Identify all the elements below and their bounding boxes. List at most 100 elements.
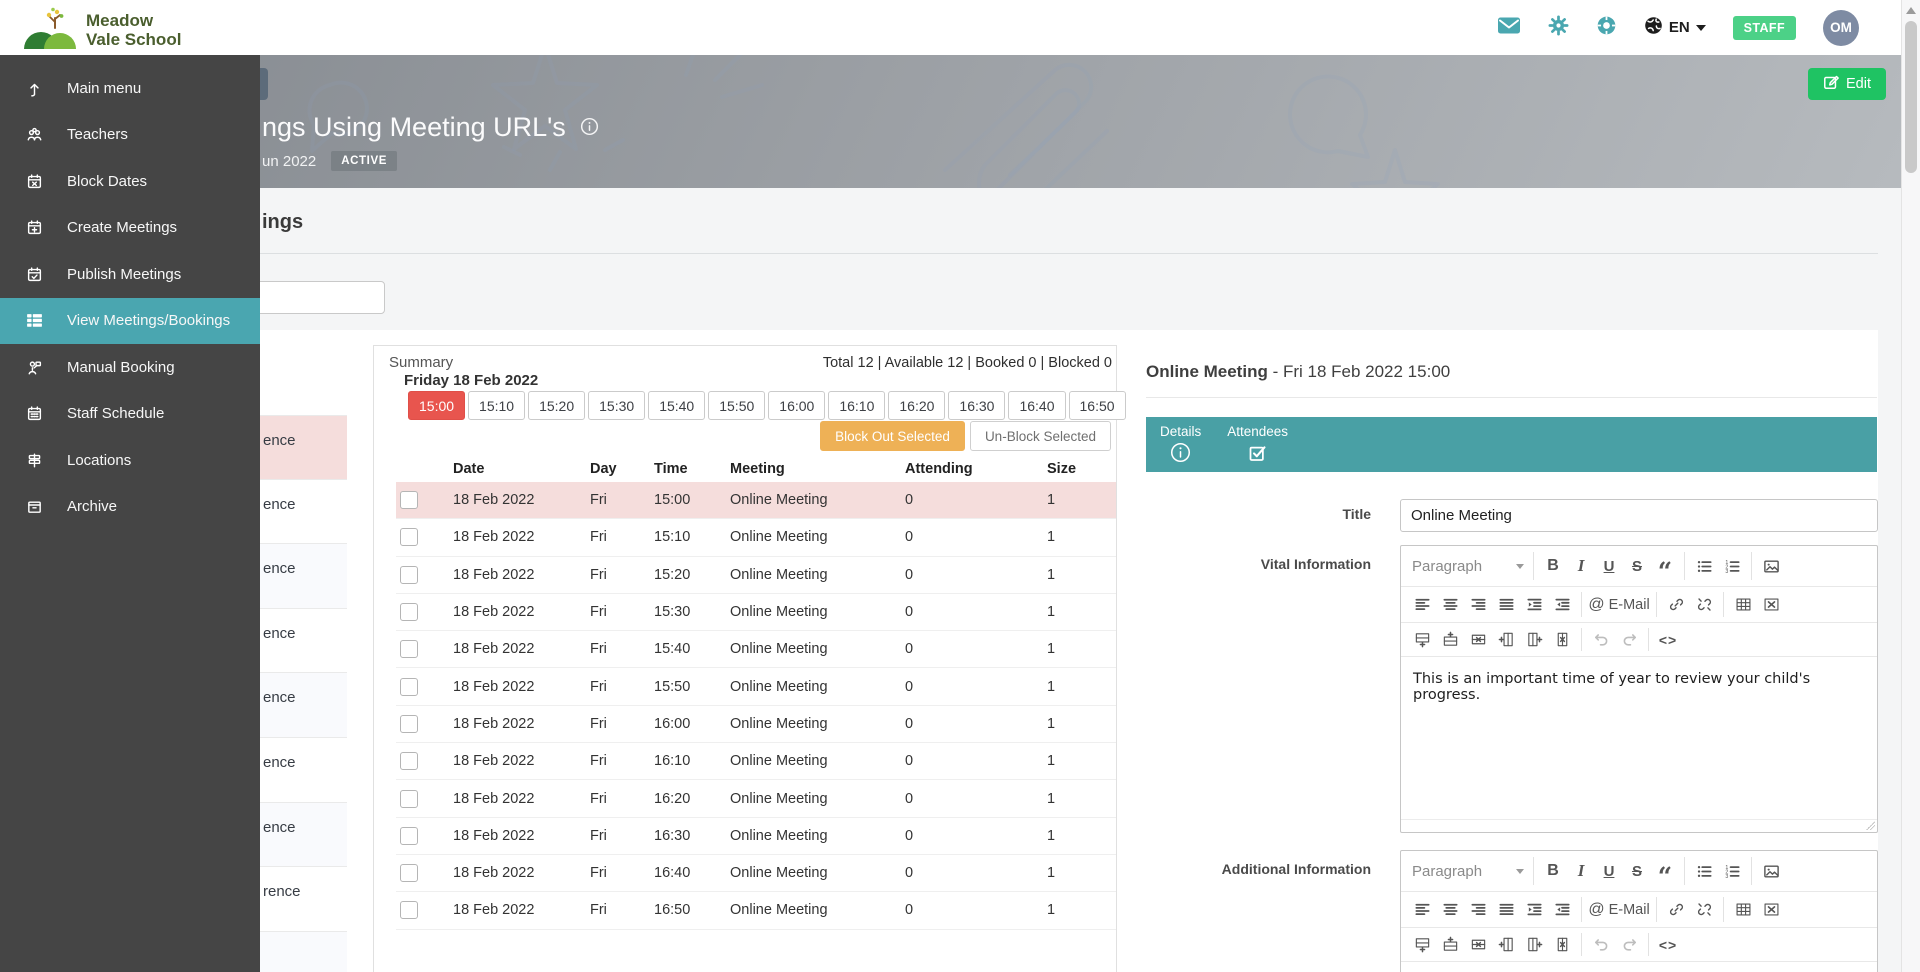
- undo-button[interactable]: [1587, 626, 1615, 654]
- help-ring-icon[interactable]: [1596, 15, 1617, 41]
- col-insert-left-button[interactable]: [1492, 626, 1520, 654]
- edit-button[interactable]: Edit: [1808, 68, 1886, 100]
- info-icon[interactable]: [580, 112, 599, 143]
- image-button[interactable]: [1757, 552, 1785, 580]
- strikethrough-button[interactable]: S: [1623, 857, 1651, 885]
- row-checkbox[interactable]: [400, 678, 418, 696]
- code-view-button[interactable]: <>: [1654, 931, 1682, 959]
- time-slot-chip-16-20[interactable]: 16:20: [888, 391, 945, 420]
- col-insert-right-button[interactable]: [1520, 931, 1548, 959]
- unordered-list-button[interactable]: [1690, 857, 1718, 885]
- time-slot-chip-15-30[interactable]: 15:30: [588, 391, 645, 420]
- redo-button[interactable]: [1615, 931, 1643, 959]
- indent-button[interactable]: [1520, 591, 1548, 619]
- time-slot-chip-16-40[interactable]: 16:40: [1008, 391, 1065, 420]
- email-button[interactable]: @E-Mail: [1587, 591, 1651, 619]
- insert-table-button[interactable]: [1729, 896, 1757, 924]
- time-slot-chip-15-20[interactable]: 15:20: [528, 391, 585, 420]
- row-checkbox[interactable]: [400, 827, 418, 845]
- table-row[interactable]: 18 Feb 2022Fri15:10Online Meeting01: [396, 519, 1116, 556]
- row-checkbox[interactable]: [400, 901, 418, 919]
- col-delete-button[interactable]: [1548, 931, 1576, 959]
- image-button[interactable]: [1757, 857, 1785, 885]
- sidebar-item-manual-booking[interactable]: Manual Booking: [0, 344, 260, 391]
- unordered-list-button[interactable]: [1690, 552, 1718, 580]
- table-row[interactable]: 18 Feb 2022Fri15:20Online Meeting01: [396, 557, 1116, 594]
- sidebar-item-create-meetings[interactable]: Create Meetings: [0, 205, 260, 252]
- row-checkbox[interactable]: [400, 528, 418, 546]
- sidebar-item-block-dates[interactable]: Block Dates: [0, 158, 260, 205]
- time-slot-chip-16-50[interactable]: 16:50: [1069, 391, 1126, 420]
- time-slot-chip-15-10[interactable]: 15:10: [468, 391, 525, 420]
- time-slot-chip-15-00[interactable]: 15:00: [408, 391, 465, 420]
- unlink-button[interactable]: [1690, 591, 1718, 619]
- link-button[interactable]: [1662, 896, 1690, 924]
- align-center-button[interactable]: [1436, 591, 1464, 619]
- block-out-selected-button[interactable]: Block Out Selected: [820, 421, 965, 451]
- table-row[interactable]: 18 Feb 2022Fri15:50Online Meeting01: [396, 668, 1116, 705]
- meeting-title-input[interactable]: [1400, 499, 1878, 532]
- time-slot-chip-16-00[interactable]: 16:00: [768, 391, 825, 420]
- time-slot-chip-15-40[interactable]: 15:40: [648, 391, 705, 420]
- email-button[interactable]: @E-Mail: [1587, 896, 1651, 924]
- strikethrough-button[interactable]: S: [1623, 552, 1651, 580]
- row-insert-above-button[interactable]: [1436, 931, 1464, 959]
- align-justify-button[interactable]: [1492, 896, 1520, 924]
- resize-handle[interactable]: [1866, 821, 1875, 830]
- time-slot-chip-15-50[interactable]: 15:50: [708, 391, 765, 420]
- paragraph-style-dropdown[interactable]: Paragraph: [1408, 863, 1528, 880]
- table-row[interactable]: 18 Feb 2022Fri16:50Online Meeting01: [396, 892, 1116, 929]
- underline-button[interactable]: U: [1595, 857, 1623, 885]
- unblock-selected-button[interactable]: Un-Block Selected: [970, 421, 1111, 451]
- unlink-button[interactable]: [1690, 896, 1718, 924]
- indent-button[interactable]: [1520, 896, 1548, 924]
- col-delete-button[interactable]: [1548, 626, 1576, 654]
- sidebar-item-teachers[interactable]: Teachers: [0, 112, 260, 159]
- tab-attendees[interactable]: Attendees: [1227, 424, 1288, 466]
- align-justify-button[interactable]: [1492, 591, 1520, 619]
- paragraph-style-dropdown[interactable]: Paragraph: [1408, 558, 1528, 575]
- sidebar-item-publish-meetings[interactable]: Publish Meetings: [0, 251, 260, 298]
- row-insert-above-button[interactable]: [1436, 626, 1464, 654]
- row-checkbox[interactable]: [400, 864, 418, 882]
- table-row[interactable]: 18 Feb 2022Fri16:30Online Meeting01: [396, 818, 1116, 855]
- insert-table-button[interactable]: [1729, 591, 1757, 619]
- table-row[interactable]: 18 Feb 2022Fri16:20Online Meeting01: [396, 780, 1116, 817]
- additional-information-text[interactable]: [1401, 962, 1877, 972]
- italic-button[interactable]: I: [1567, 857, 1595, 885]
- row-checkbox[interactable]: [400, 640, 418, 658]
- row-checkbox[interactable]: [400, 752, 418, 770]
- time-slot-chip-16-10[interactable]: 16:10: [828, 391, 885, 420]
- code-view-button[interactable]: <>: [1654, 626, 1682, 654]
- mail-icon[interactable]: [1497, 16, 1521, 40]
- row-checkbox[interactable]: [400, 603, 418, 621]
- sidebar-item-staff-schedule[interactable]: Staff Schedule: [0, 391, 260, 438]
- vital-information-text[interactable]: This is an important time of year to rev…: [1401, 657, 1877, 819]
- row-insert-below-button[interactable]: [1408, 931, 1436, 959]
- page-scrollbar[interactable]: [1901, 0, 1920, 972]
- language-selector[interactable]: EN: [1644, 16, 1706, 39]
- row-checkbox[interactable]: [400, 491, 418, 509]
- table-row[interactable]: 18 Feb 2022Fri15:30Online Meeting01: [396, 594, 1116, 631]
- align-left-button[interactable]: [1408, 896, 1436, 924]
- outdent-button[interactable]: [1548, 591, 1576, 619]
- settings-gear-icon[interactable]: [1548, 15, 1569, 41]
- time-slot-chip-16-30[interactable]: 16:30: [948, 391, 1005, 420]
- col-insert-right-button[interactable]: [1520, 626, 1548, 654]
- outdent-button[interactable]: [1548, 896, 1576, 924]
- delete-table-button[interactable]: [1757, 591, 1785, 619]
- sidebar-item-view-meetings-bookings[interactable]: View Meetings/Bookings: [0, 298, 260, 345]
- scrollbar-thumb[interactable]: [1905, 21, 1917, 173]
- tab-details[interactable]: Details: [1160, 424, 1201, 466]
- table-row[interactable]: 18 Feb 2022Fri16:10Online Meeting01: [396, 743, 1116, 780]
- delete-table-button[interactable]: [1757, 896, 1785, 924]
- blockquote-button[interactable]: “: [1651, 546, 1679, 586]
- underline-button[interactable]: U: [1595, 552, 1623, 580]
- bold-button[interactable]: B: [1539, 552, 1567, 580]
- table-row[interactable]: 18 Feb 2022Fri16:00Online Meeting01: [396, 706, 1116, 743]
- link-button[interactable]: [1662, 591, 1690, 619]
- row-checkbox[interactable]: [400, 566, 418, 584]
- col-insert-left-button[interactable]: [1492, 931, 1520, 959]
- row-checkbox[interactable]: [400, 715, 418, 733]
- scrollbar-up-arrow[interactable]: [1906, 7, 1916, 14]
